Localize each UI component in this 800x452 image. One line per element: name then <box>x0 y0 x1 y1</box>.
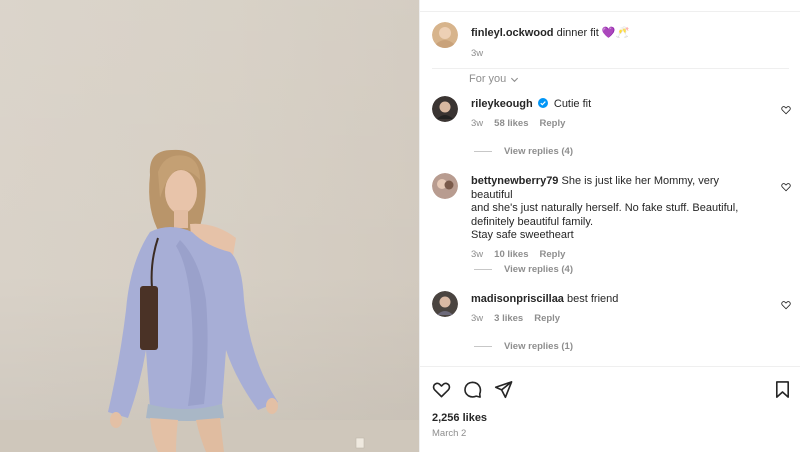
post-photo <box>0 149 419 452</box>
comment-text-line-2: and she's just naturally herself. No fak… <box>471 202 739 214</box>
reply-button[interactable]: Reply <box>540 118 566 129</box>
caption-text: dinner fit 💜🥂 <box>556 27 630 39</box>
comment-likes[interactable]: 10 likes <box>494 249 528 260</box>
comment-age[interactable]: 3w <box>471 313 483 324</box>
heart-outline-icon[interactable] <box>781 182 791 192</box>
comment-text: Cutie fit <box>553 98 592 110</box>
commenter-username[interactable]: bettynewberry79 <box>471 175 558 187</box>
commenter-username[interactable]: rileykeough <box>471 98 533 110</box>
comment-sort-label: For you <box>469 73 507 85</box>
author-avatar[interactable] <box>432 22 458 48</box>
post-likes-count[interactable]: 2,256 likes <box>432 412 487 424</box>
post-caption: finleyl.ockwood dinner fit 💜🥂 3w <box>432 22 792 59</box>
replies-line <box>474 151 492 152</box>
view-replies-button[interactable]: View replies (1) <box>474 341 573 352</box>
comment-age[interactable]: 3w <box>471 249 483 260</box>
replies-line <box>474 346 492 347</box>
comment-age[interactable]: 3w <box>471 118 483 129</box>
comments-panel: finleyl.ockwood dinner fit 💜🥂 3w For you… <box>419 0 800 452</box>
bookmark-icon[interactable] <box>773 380 792 399</box>
heart-outline-icon[interactable] <box>781 105 791 115</box>
view-replies-label: View replies (4) <box>504 264 573 275</box>
commenter-avatar[interactable] <box>432 96 458 122</box>
view-replies-label: View replies (1) <box>504 341 573 352</box>
post-date: March 2 <box>432 428 467 439</box>
post-media[interactable] <box>0 0 419 452</box>
comment-item: bettynewberry79 She is just like her Mom… <box>432 173 797 260</box>
heart-icon[interactable] <box>432 380 451 399</box>
comment-text-line-4: Stay safe sweetheart <box>471 229 574 241</box>
commenter-avatar[interactable] <box>432 291 458 317</box>
commenter-username[interactable]: madisonpriscillaa <box>471 293 564 305</box>
replies-line <box>474 269 492 270</box>
post-age[interactable]: 3w <box>471 48 629 59</box>
reply-button[interactable]: Reply <box>540 249 566 260</box>
view-replies-label: View replies (4) <box>504 146 573 157</box>
share-icon[interactable] <box>494 380 513 399</box>
comment-sort-dropdown[interactable]: For you <box>469 73 519 85</box>
commenter-avatar[interactable] <box>432 173 458 199</box>
reply-button[interactable]: Reply <box>534 313 560 324</box>
caption-divider <box>432 68 789 69</box>
comment-likes[interactable]: 3 likes <box>494 313 523 324</box>
comment-item: rileykeough Cutie fit 3w 58 likes Reply <box>432 96 797 129</box>
author-username[interactable]: finleyl.ockwood <box>471 27 554 39</box>
chevron-down-icon <box>511 77 519 82</box>
view-replies-button[interactable]: View replies (4) <box>474 264 573 275</box>
comment-icon[interactable] <box>463 380 482 399</box>
heart-outline-icon[interactable] <box>781 300 791 310</box>
comment-likes[interactable]: 58 likes <box>494 118 528 129</box>
post-viewer: finleyl.ockwood dinner fit 💜🥂 3w For you… <box>0 0 800 452</box>
actions-divider <box>420 366 800 367</box>
comment-text-line-3: definitely beautiful family. <box>471 215 594 228</box>
top-divider <box>420 0 800 12</box>
view-replies-button[interactable]: View replies (4) <box>474 146 573 157</box>
verified-badge-icon <box>537 98 548 108</box>
comment-text: best friend <box>567 293 619 305</box>
comment-item: madisonpriscillaa best friend 3w 3 likes… <box>432 291 797 324</box>
post-actions <box>432 380 792 400</box>
